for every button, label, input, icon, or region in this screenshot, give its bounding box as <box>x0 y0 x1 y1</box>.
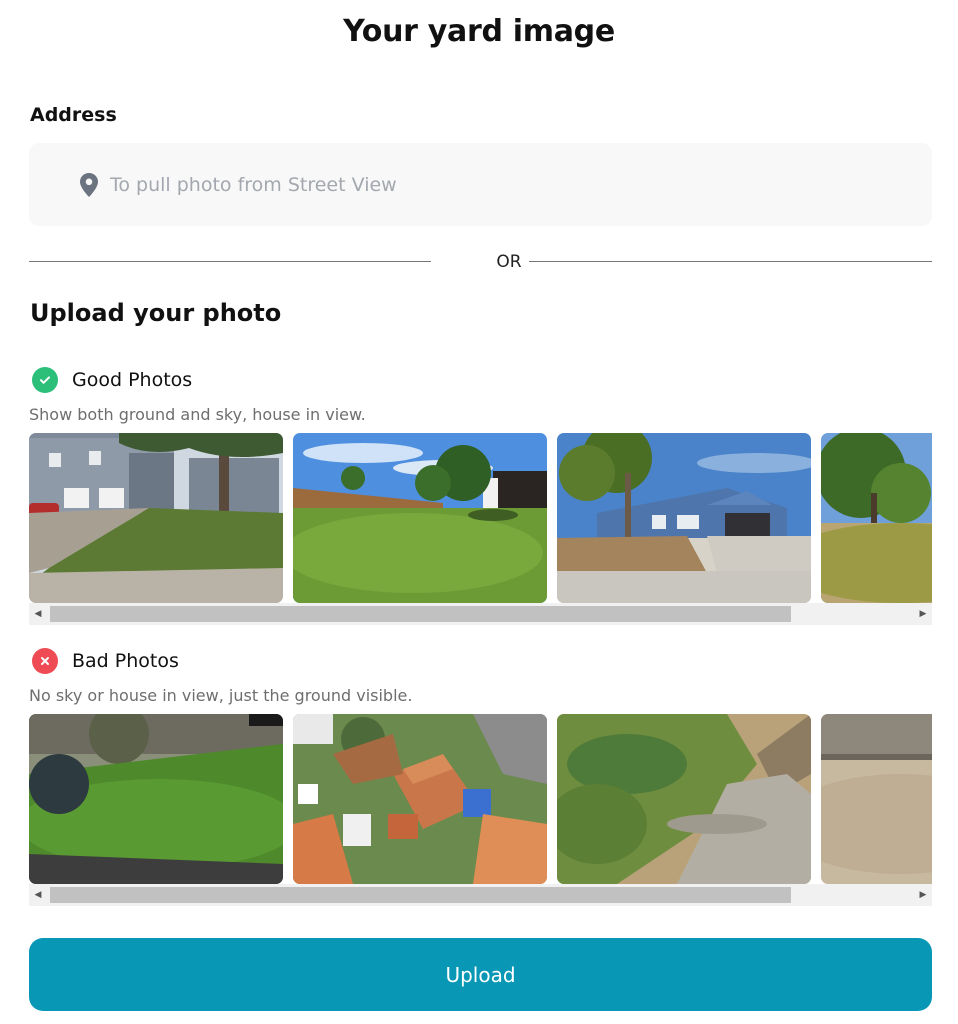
divider-line-left <box>29 261 431 262</box>
bad-photos-heading: Bad Photos <box>72 650 179 672</box>
good-photo-thumbnail[interactable] <box>293 433 547 603</box>
bad-photo-thumbnail[interactable] <box>557 714 811 884</box>
bad-photos-description: No sky or house in view, just the ground… <box>29 686 413 705</box>
bad-photo-thumbnail[interactable] <box>29 714 283 884</box>
address-input[interactable] <box>110 173 890 196</box>
good-photo-thumbnail[interactable] <box>29 433 283 603</box>
check-icon <box>32 367 58 393</box>
address-field[interactable] <box>29 143 932 226</box>
page-title: Your yard image <box>343 14 615 49</box>
scrollbar-thumb[interactable] <box>50 887 791 903</box>
good-photo-thumbnail[interactable] <box>557 433 811 603</box>
scrollbar-thumb[interactable] <box>50 606 791 622</box>
or-text: OR <box>496 252 522 272</box>
address-label: Address <box>30 104 117 126</box>
bad-photos-gallery[interactable]: ◀ ▶ <box>29 714 932 906</box>
horizontal-scrollbar[interactable]: ◀ ▶ <box>29 884 932 906</box>
good-photos-description: Show both ground and sky, house in view. <box>29 405 366 424</box>
good-photos-heading: Good Photos <box>72 369 193 391</box>
scroll-left-arrow-icon[interactable]: ◀ <box>29 884 47 906</box>
or-divider: OR <box>29 251 932 273</box>
horizontal-scrollbar[interactable]: ◀ ▶ <box>29 603 932 625</box>
scroll-right-arrow-icon[interactable]: ▶ <box>914 603 932 625</box>
good-photos-gallery[interactable]: ◀ ▶ <box>29 433 932 625</box>
divider-line-right <box>529 261 932 262</box>
map-pin-icon <box>78 172 100 198</box>
bad-photo-thumbnail[interactable] <box>821 714 932 884</box>
bad-photos-header: Bad Photos <box>32 648 179 674</box>
bad-photo-thumbnail[interactable] <box>293 714 547 884</box>
scroll-right-arrow-icon[interactable]: ▶ <box>914 884 932 906</box>
good-photos-header: Good Photos <box>32 367 192 393</box>
scroll-left-arrow-icon[interactable]: ◀ <box>29 603 47 625</box>
x-icon <box>32 648 58 674</box>
good-photo-thumbnail[interactable] <box>821 433 932 603</box>
upload-button[interactable]: Upload <box>29 938 932 1011</box>
upload-heading: Upload your photo <box>30 299 282 327</box>
